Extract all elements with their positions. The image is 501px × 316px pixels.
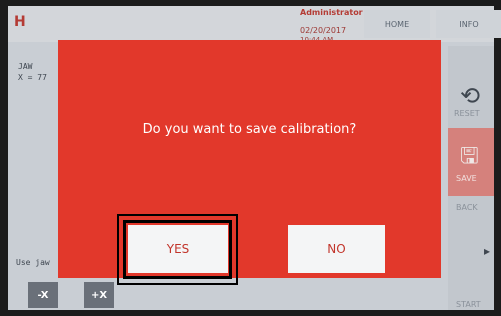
back-label[interactable]: BACK	[456, 203, 478, 212]
no-button[interactable]: NO	[288, 225, 385, 273]
reset-label[interactable]: RESET	[454, 109, 480, 118]
dialog-message: Do you want to save calibration?	[142, 122, 357, 137]
chevron-right-icon[interactable]: ▸	[484, 244, 490, 258]
tab-home[interactable]: HOME	[364, 10, 430, 38]
floppy-disk-icon[interactable]: 🖫	[460, 146, 479, 168]
plus-x-button[interactable]: +X	[84, 282, 114, 308]
user-name: Administrator	[300, 8, 363, 17]
tab-info[interactable]: INFO	[436, 10, 501, 38]
reset-arrow-icon[interactable]: ⟲	[460, 84, 480, 108]
minus-x-button[interactable]: -X	[28, 282, 58, 308]
start-label[interactable]: START	[456, 300, 481, 309]
date-text: 02/20/2017	[300, 26, 347, 35]
save-label[interactable]: SAVE	[456, 174, 477, 183]
brand-logo: H	[14, 14, 26, 30]
use-jaw-text: Use jaw	[16, 258, 50, 267]
yes-button[interactable]: YES	[128, 225, 228, 273]
jaw-label: JAW	[18, 62, 33, 71]
x-value: X = 77	[18, 73, 47, 82]
